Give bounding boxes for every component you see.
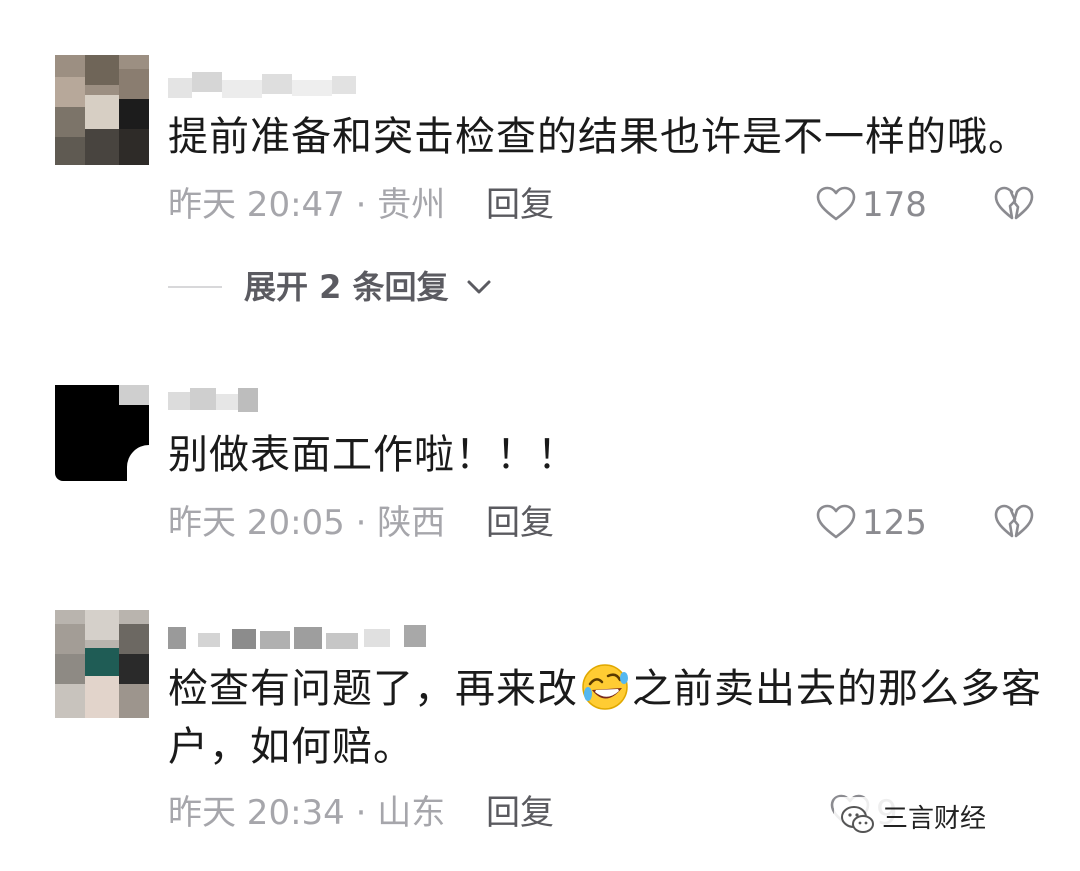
avatar[interactable] bbox=[55, 55, 149, 165]
rolling-on-floor-laughing-emoji-icon bbox=[580, 662, 630, 712]
avatar[interactable] bbox=[55, 385, 149, 481]
expand-replies-label: 展开 2 条回复 bbox=[244, 268, 449, 306]
username-blurred[interactable] bbox=[168, 625, 428, 655]
heart-outline-icon bbox=[816, 504, 856, 539]
avatar[interactable] bbox=[55, 610, 149, 718]
comment-text: 检查有问题了，再来改 之前卖出去的那么多客户，如何赔。 bbox=[168, 660, 1048, 776]
watermark: 三言财经 bbox=[834, 797, 1050, 841]
wechat-icon bbox=[841, 806, 874, 833]
broken-heart-icon bbox=[994, 504, 1034, 538]
heart-outline-icon bbox=[816, 186, 856, 221]
broken-heart-icon bbox=[994, 186, 1034, 220]
reply-button[interactable]: 回复 bbox=[486, 788, 554, 838]
chevron-down-icon bbox=[467, 280, 491, 294]
username-blurred[interactable] bbox=[168, 388, 258, 418]
watermark-label: 三言财经 bbox=[882, 804, 987, 834]
comment-text-part: 检查有问题了，再来改 bbox=[168, 666, 578, 712]
dislike-button[interactable] bbox=[994, 504, 1034, 544]
comment-meta: 昨天 20:05 · 陕西 回复 125 bbox=[168, 498, 1048, 548]
comment-time-location: 昨天 20:34 · 山东 bbox=[168, 793, 446, 833]
like-count: 125 bbox=[862, 503, 927, 543]
like-count: 178 bbox=[862, 185, 927, 225]
comment-time-location: 昨天 20:05 · 陕西 bbox=[168, 503, 446, 543]
comment-meta: 昨天 20:47 · 贵州 回复 178 bbox=[168, 180, 1048, 230]
comment-time-location: 昨天 20:47 · 贵州 bbox=[168, 185, 446, 225]
dislike-button[interactable] bbox=[994, 186, 1034, 226]
comment-text: 提前准备和突击检查的结果也许是不一样的哦。 bbox=[168, 114, 1029, 160]
expand-replies-button[interactable]: 展开 2 条回复 bbox=[168, 262, 668, 312]
divider-line bbox=[168, 286, 222, 288]
reply-button[interactable]: 回复 bbox=[486, 498, 554, 548]
reply-button[interactable]: 回复 bbox=[486, 180, 554, 230]
comment-text: 别做表面工作啦！！！ bbox=[168, 432, 578, 478]
username-blurred[interactable] bbox=[168, 72, 358, 102]
